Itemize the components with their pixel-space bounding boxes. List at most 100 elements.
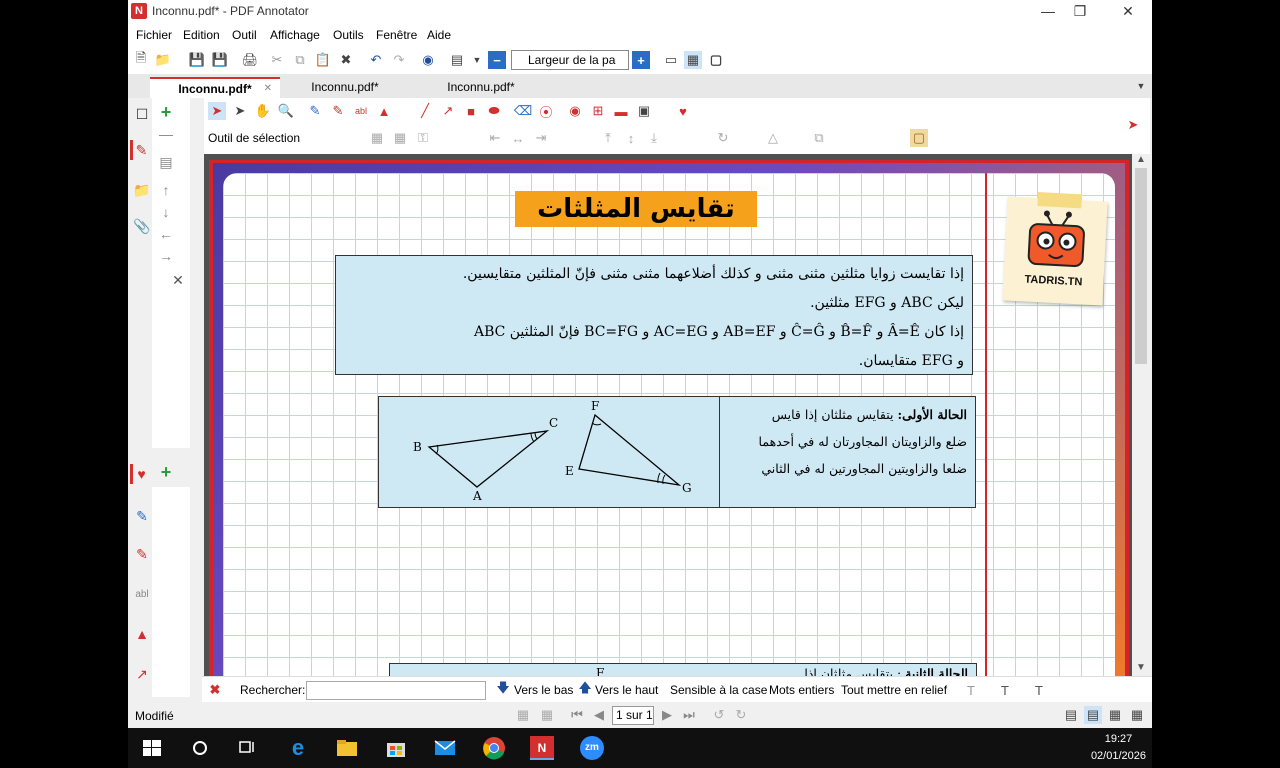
whole-words-toggle[interactable]: Mots entiers: [769, 683, 834, 697]
pen-tool-icon[interactable]: ✎: [306, 102, 324, 120]
fit-width-icon[interactable]: ▦: [684, 51, 702, 69]
color-picker-icon[interactable]: ▢: [910, 129, 928, 147]
delete-icon[interactable]: ✖: [337, 51, 355, 69]
text-underline-icon[interactable]: T: [996, 681, 1014, 699]
two-page-view-icon[interactable]: ▦: [1106, 706, 1124, 724]
arrow-left-icon[interactable]: ←: [156, 224, 176, 244]
image-tool-icon[interactable]: ▣: [635, 102, 653, 120]
search-circle-icon[interactable]: [188, 736, 212, 760]
fav-stamp-icon[interactable]: ▲: [132, 624, 152, 644]
close-panel-icon[interactable]: ✕: [168, 270, 188, 290]
rectangle-tool-icon[interactable]: ■: [462, 102, 480, 120]
search-up-button[interactable]: Vers le haut: [595, 683, 658, 697]
save-icon[interactable]: 💾: [188, 51, 206, 69]
remove-icon[interactable]: —: [156, 124, 176, 144]
favorites-heart-icon[interactable]: ♥: [674, 102, 692, 120]
open-folder-icon[interactable]: 📁: [154, 51, 172, 69]
page-view[interactable]: تقايس المثلثات إذا تقايست زوايا مثلثين م…: [204, 154, 1132, 676]
highlight-all-toggle[interactable]: Tout mettre en relief: [841, 683, 947, 697]
arrow-tool-icon[interactable]: ↗: [439, 102, 457, 120]
scroll-up-icon[interactable]: ▲: [1136, 154, 1146, 165]
add-icon[interactable]: +: [156, 102, 176, 122]
windows-start-icon[interactable]: [140, 736, 164, 760]
fav-highlighter-icon[interactable]: ✎: [132, 544, 152, 564]
close-button[interactable]: ✕: [1108, 0, 1148, 24]
copy-icon[interactable]: ⧉: [291, 51, 309, 69]
eraser-tool-icon[interactable]: ⌫: [514, 102, 532, 120]
zoom-tool-icon[interactable]: 🔍: [277, 102, 295, 120]
chrome-icon[interactable]: [482, 736, 506, 760]
zoom-app-icon[interactable]: zm: [580, 736, 604, 760]
scroll-down-icon[interactable]: ▼: [1136, 662, 1146, 673]
back-icon[interactable]: ↺: [710, 706, 728, 724]
menu-aide[interactable]: Aide: [427, 28, 451, 42]
single-page-view-icon[interactable]: ▤: [1062, 706, 1080, 724]
heart-panel-icon[interactable]: ♥: [130, 464, 150, 484]
menu-affichage[interactable]: Affichage: [270, 28, 320, 42]
search-input[interactable]: [306, 681, 486, 700]
arrow-down-icon[interactable]: ↓: [156, 202, 176, 222]
align-left-icon[interactable]: ⇤: [486, 129, 504, 147]
group-icon[interactable]: ▦: [368, 129, 386, 147]
pen-panel-icon[interactable]: ✎: [130, 140, 150, 160]
cut-icon[interactable]: ✂: [268, 51, 286, 69]
text-highlight-icon[interactable]: T: [962, 681, 980, 699]
first-page-icon[interactable]: ⏮: [568, 706, 586, 724]
continuous-two-page-icon[interactable]: ▦: [1128, 706, 1146, 724]
camera-tool-icon[interactable]: ◉: [566, 102, 584, 120]
stamp-tool-icon[interactable]: ▲: [375, 102, 393, 120]
flip-icon[interactable]: △: [764, 129, 782, 147]
fullscreen-icon[interactable]: ▢: [707, 51, 725, 69]
rotate-icon[interactable]: ↻: [714, 129, 732, 147]
ellipse-tool-icon[interactable]: ⬬: [485, 102, 503, 120]
save-as-icon[interactable]: 💾: [211, 51, 229, 69]
print-icon[interactable]: 🖨: [241, 51, 259, 69]
prev-view-icon[interactable]: ▦: [514, 706, 532, 724]
vertical-scrollbar[interactable]: ▲ ▼: [1132, 154, 1150, 676]
menu-fichier[interactable]: Fichier: [136, 28, 172, 42]
zoom-select[interactable]: Largeur de la pa: [511, 50, 629, 70]
new-document-icon[interactable]: 🗎: [132, 50, 150, 69]
tab-inconnu-2[interactable]: Inconnu.pdf*: [280, 77, 410, 98]
system-clock[interactable]: 19:27 02/01/2026: [1091, 731, 1146, 765]
case-sensitive-toggle[interactable]: Sensible à la case: [670, 683, 767, 697]
menu-outil[interactable]: Outil: [232, 28, 257, 42]
arrow-down-icon[interactable]: 🡇: [494, 680, 512, 699]
highlighter-tool-icon[interactable]: ✎: [329, 102, 347, 120]
zoom-in-icon[interactable]: +: [632, 51, 650, 69]
text-select-icon[interactable]: ➤: [231, 102, 249, 120]
align-top-icon[interactable]: ⤒: [599, 129, 617, 147]
copy-format-icon[interactable]: ⧉: [810, 129, 828, 147]
fav-text-icon[interactable]: abl: [132, 584, 152, 604]
crop-tool-icon[interactable]: ⊞: [589, 102, 607, 120]
close-search-icon[interactable]: ✖: [206, 681, 224, 699]
lasso-tool-icon[interactable]: ⦿: [537, 102, 555, 120]
continuous-view-icon[interactable]: ▤: [1084, 706, 1102, 724]
properties-icon[interactable]: ▤: [156, 152, 176, 172]
text-tool-icon[interactable]: abl: [352, 102, 370, 120]
menu-fenetre[interactable]: Fenêtre: [376, 28, 417, 42]
maximize-button[interactable]: ❐: [1060, 0, 1100, 24]
align-center-icon[interactable]: ↔: [509, 129, 527, 147]
fav-pen-icon[interactable]: ✎: [132, 506, 152, 526]
file-explorer-icon[interactable]: [335, 736, 359, 760]
hand-tool-icon[interactable]: ✋: [254, 102, 272, 120]
forward-icon[interactable]: ↻: [732, 706, 750, 724]
scrollbar-thumb[interactable]: [1135, 168, 1147, 364]
arrow-up-icon[interactable]: ↑: [156, 180, 176, 200]
tab-inconnu-3[interactable]: Inconnu.pdf*: [416, 77, 546, 98]
add-favorite-icon[interactable]: +: [156, 462, 176, 482]
tab-inconnu-1[interactable]: Inconnu.pdf* ✕: [150, 77, 280, 98]
search-down-button[interactable]: Vers le bas: [514, 683, 573, 697]
text-strikeout-icon[interactable]: T: [1030, 681, 1048, 699]
checkbox-icon[interactable]: ☐: [132, 104, 152, 124]
redo-icon[interactable]: ↷: [390, 51, 408, 69]
folder-panel-icon[interactable]: 📁: [132, 180, 152, 200]
arrow-right-icon[interactable]: →: [156, 246, 176, 266]
binoculars-icon[interactable]: ◉: [419, 51, 437, 69]
chevron-down-icon[interactable]: ▼: [468, 51, 486, 69]
next-view-icon[interactable]: ▦: [538, 706, 556, 724]
attachment-icon[interactable]: 📎: [132, 216, 152, 236]
ruler-tool-icon[interactable]: ▬: [612, 102, 630, 120]
select-tool-icon[interactable]: ➤: [208, 102, 226, 120]
